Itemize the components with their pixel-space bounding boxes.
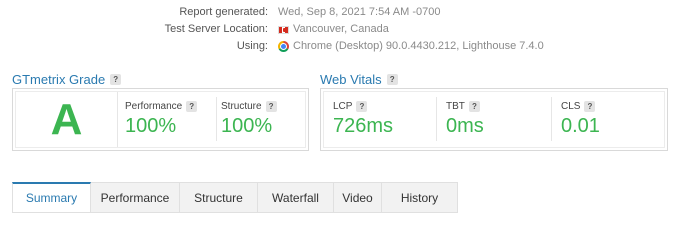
structure-help-icon[interactable]: ? xyxy=(265,101,277,112)
cls-label: CLS xyxy=(561,101,581,112)
tab-video[interactable]: Video xyxy=(334,182,382,213)
tab-summary[interactable]: Summary xyxy=(12,182,91,213)
server-location-row: Test Server Location: Vancouver, Canada xyxy=(0,21,680,38)
performance-label: Performance xyxy=(125,101,183,112)
tbt-label: TBT xyxy=(446,101,465,112)
cls-help-icon[interactable]: ? xyxy=(584,101,596,112)
web-vitals-panel: LCP ? 726ms TBT ? 0ms CLS ? 0.01 xyxy=(320,88,668,151)
report-generated-value: Wed, Sep 8, 2021 7:54 AM -0700 xyxy=(278,6,441,18)
server-location-label: Test Server Location: xyxy=(164,23,268,35)
tab-waterfall[interactable]: Waterfall xyxy=(258,182,334,213)
server-location-value: Vancouver, Canada xyxy=(293,23,389,35)
tbt-help-icon[interactable]: ? xyxy=(468,101,480,112)
tbt-value: 0ms xyxy=(446,115,484,137)
gtmetrix-grade-title: GTmetrix Grade ? xyxy=(12,72,122,87)
structure-label: Structure xyxy=(221,101,262,112)
metric-divider xyxy=(436,97,437,141)
cls-value: 0.01 xyxy=(561,115,600,137)
report-generated-row: Report generated: Wed, Sep 8, 2021 7:54 … xyxy=(0,4,680,21)
tab-history[interactable]: History xyxy=(382,182,458,213)
tab-structure[interactable]: Structure xyxy=(180,182,258,213)
metric-divider xyxy=(551,97,552,141)
performance-value: 100% xyxy=(125,115,177,137)
browser-row: Using: Chrome (Desktop) 90.0.4430.212, L… xyxy=(0,38,680,55)
grade-help-icon[interactable]: ? xyxy=(110,74,122,85)
vitals-help-icon[interactable]: ? xyxy=(386,74,398,85)
report-tabs: Summary Performance Structure Waterfall … xyxy=(12,182,458,213)
lcp-help-icon[interactable]: ? xyxy=(356,101,368,112)
grade-letter: A xyxy=(50,94,83,144)
web-vitals-title: Web Vitals ? xyxy=(320,72,398,87)
performance-help-icon[interactable]: ? xyxy=(186,101,198,112)
lcp-value: 726ms xyxy=(333,115,394,137)
metric-divider xyxy=(216,97,217,141)
report-generated-label: Report generated: xyxy=(179,6,268,18)
gtmetrix-grade-panel: A Performance ? 100% Structure ? 100% xyxy=(12,88,309,151)
browser-value: Chrome (Desktop) 90.0.4430.212, Lighthou… xyxy=(293,40,544,52)
canada-flag-icon xyxy=(278,25,289,34)
chrome-icon xyxy=(278,41,289,52)
tab-performance[interactable]: Performance xyxy=(91,182,180,213)
structure-value: 100% xyxy=(221,115,273,137)
browser-label: Using: xyxy=(236,40,268,52)
lcp-label: LCP xyxy=(333,101,353,112)
